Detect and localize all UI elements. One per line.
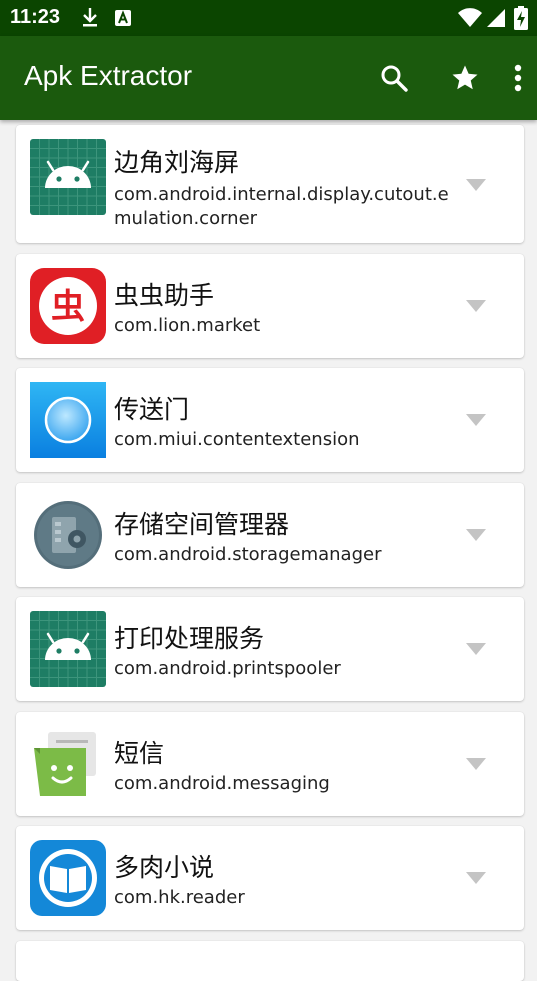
app-name: 虫虫助手 — [114, 281, 215, 310]
app-bar: Apk Extractor — [0, 36, 537, 120]
app-name: 短信 — [114, 739, 165, 768]
svg-text:虫: 虫 — [51, 287, 85, 327]
app-name: 存储空间管理器 — [114, 510, 290, 539]
app-package: com.android.storagemanager — [114, 544, 382, 565]
battery-charging-icon — [514, 6, 528, 30]
app-list-item[interactable]: 多肉小说 com.hk.reader — [16, 826, 524, 930]
app-package: com.lion.market — [114, 315, 261, 336]
wifi-icon — [458, 8, 482, 27]
app-title: Apk Extractor — [24, 60, 193, 91]
app-list-item[interactable]: 边角刘海屏 com.android.internal.display.cutou… — [16, 125, 524, 243]
app-list-item[interactable]: 传送门 com.miui.contentextension — [16, 368, 524, 472]
app-name: 打印处理服务 — [114, 624, 265, 653]
expand-dropdown-icon[interactable] — [464, 756, 488, 772]
app-package: com.hk.reader — [114, 887, 245, 908]
expand-dropdown-icon[interactable] — [464, 870, 488, 886]
app-package: com.miui.contentextension — [114, 429, 360, 450]
android-robot-icon — [30, 139, 106, 215]
expand-dropdown-icon[interactable] — [464, 412, 488, 428]
app-list-item[interactable]: 短信 com.android.messaging — [16, 712, 524, 816]
app-list-item[interactable]: 虫 虫虫助手 com.lion.market — [16, 254, 524, 358]
android-robot-icon — [30, 611, 106, 687]
expand-dropdown-icon[interactable] — [464, 177, 488, 193]
portal-icon — [30, 382, 106, 458]
expand-dropdown-icon[interactable] — [464, 641, 488, 657]
app-list-item[interactable]: 存储空间管理器 com.android.storagemanager — [16, 483, 524, 587]
app-name: 边角刘海屏 — [114, 148, 240, 177]
reader-book-icon — [30, 840, 106, 916]
status-bar: 11:23 — [0, 0, 537, 36]
search-icon[interactable] — [380, 64, 408, 92]
download-icon — [83, 8, 97, 27]
star-icon[interactable] — [450, 63, 480, 93]
app-package: com.android.messaging — [114, 773, 330, 794]
keyboard-notification-icon — [115, 10, 131, 26]
status-time: 11:23 — [10, 6, 61, 28]
more-options-icon[interactable] — [512, 64, 524, 92]
app-name: 多肉小说 — [114, 853, 215, 882]
app-list-item[interactable]: 打印处理服务 com.android.printspooler — [16, 597, 524, 701]
app-name: 传送门 — [114, 395, 190, 424]
app-list-item[interactable] — [16, 941, 524, 981]
storage-manager-icon — [34, 501, 102, 569]
app-package: com.android.internal.display.cutout.emul… — [114, 184, 449, 229]
cellular-signal-icon — [487, 9, 505, 27]
chongchong-icon: 虫 — [30, 268, 106, 344]
expand-dropdown-icon[interactable] — [464, 527, 488, 543]
expand-dropdown-icon[interactable] — [464, 298, 488, 314]
app-package: com.android.printspooler — [114, 658, 341, 679]
messaging-icon — [34, 732, 96, 796]
